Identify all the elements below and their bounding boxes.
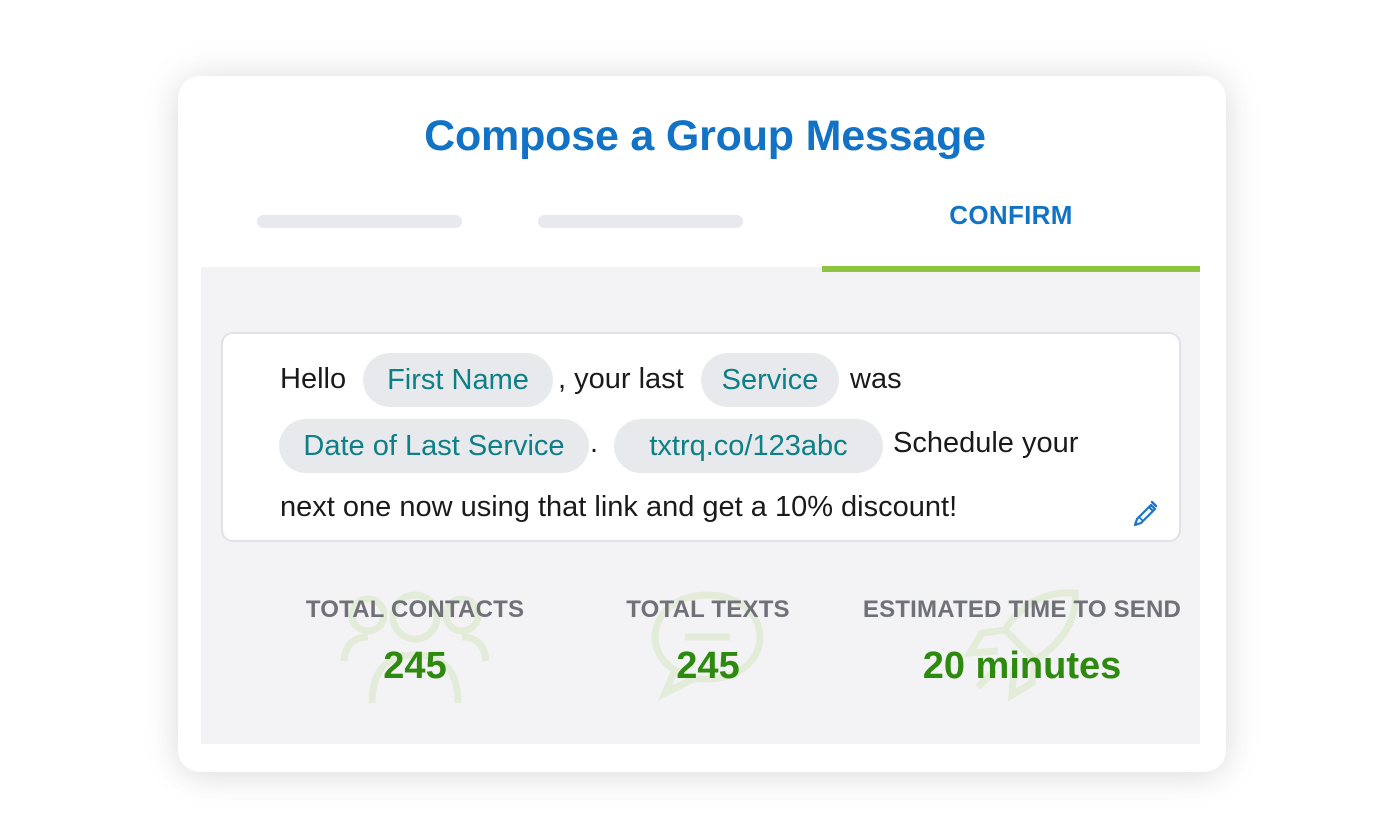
tab-confirm[interactable]: CONFIRM xyxy=(822,200,1200,231)
stat-contacts-value: 245 xyxy=(383,645,447,687)
merge-field-date-of-last-service: Date of Last Service xyxy=(279,419,589,473)
active-tab-indicator xyxy=(822,266,1200,272)
message-text-hello: Hello xyxy=(280,363,347,395)
stat-contacts-label: TOTAL CONTACTS xyxy=(305,596,525,623)
stat-time-value: 20 minutes xyxy=(922,645,1122,687)
stat-texts-label: TOTAL TEXTS xyxy=(626,596,790,623)
edit-pencil-icon[interactable] xyxy=(1131,497,1161,527)
merge-field-first-name: First Name xyxy=(363,353,553,407)
message-text-your-last: , your last xyxy=(558,363,684,395)
merge-field-link: txtrq.co/123abc xyxy=(614,419,883,473)
message-text-was: was xyxy=(850,363,902,395)
stat-texts-value: 245 xyxy=(676,645,740,687)
stat-time-label: ESTIMATED TIME TO SEND xyxy=(862,596,1182,623)
message-text-period: . xyxy=(590,427,599,459)
message-text-schedule: Schedule your xyxy=(893,427,1079,459)
message-text-line3: next one now using that link and get a 1… xyxy=(280,491,958,523)
tab-step-2-placeholder[interactable] xyxy=(538,215,743,228)
merge-field-service: Service xyxy=(701,353,839,407)
tab-step-1-placeholder[interactable] xyxy=(257,215,462,228)
page-title: Compose a Group Message xyxy=(424,112,986,160)
